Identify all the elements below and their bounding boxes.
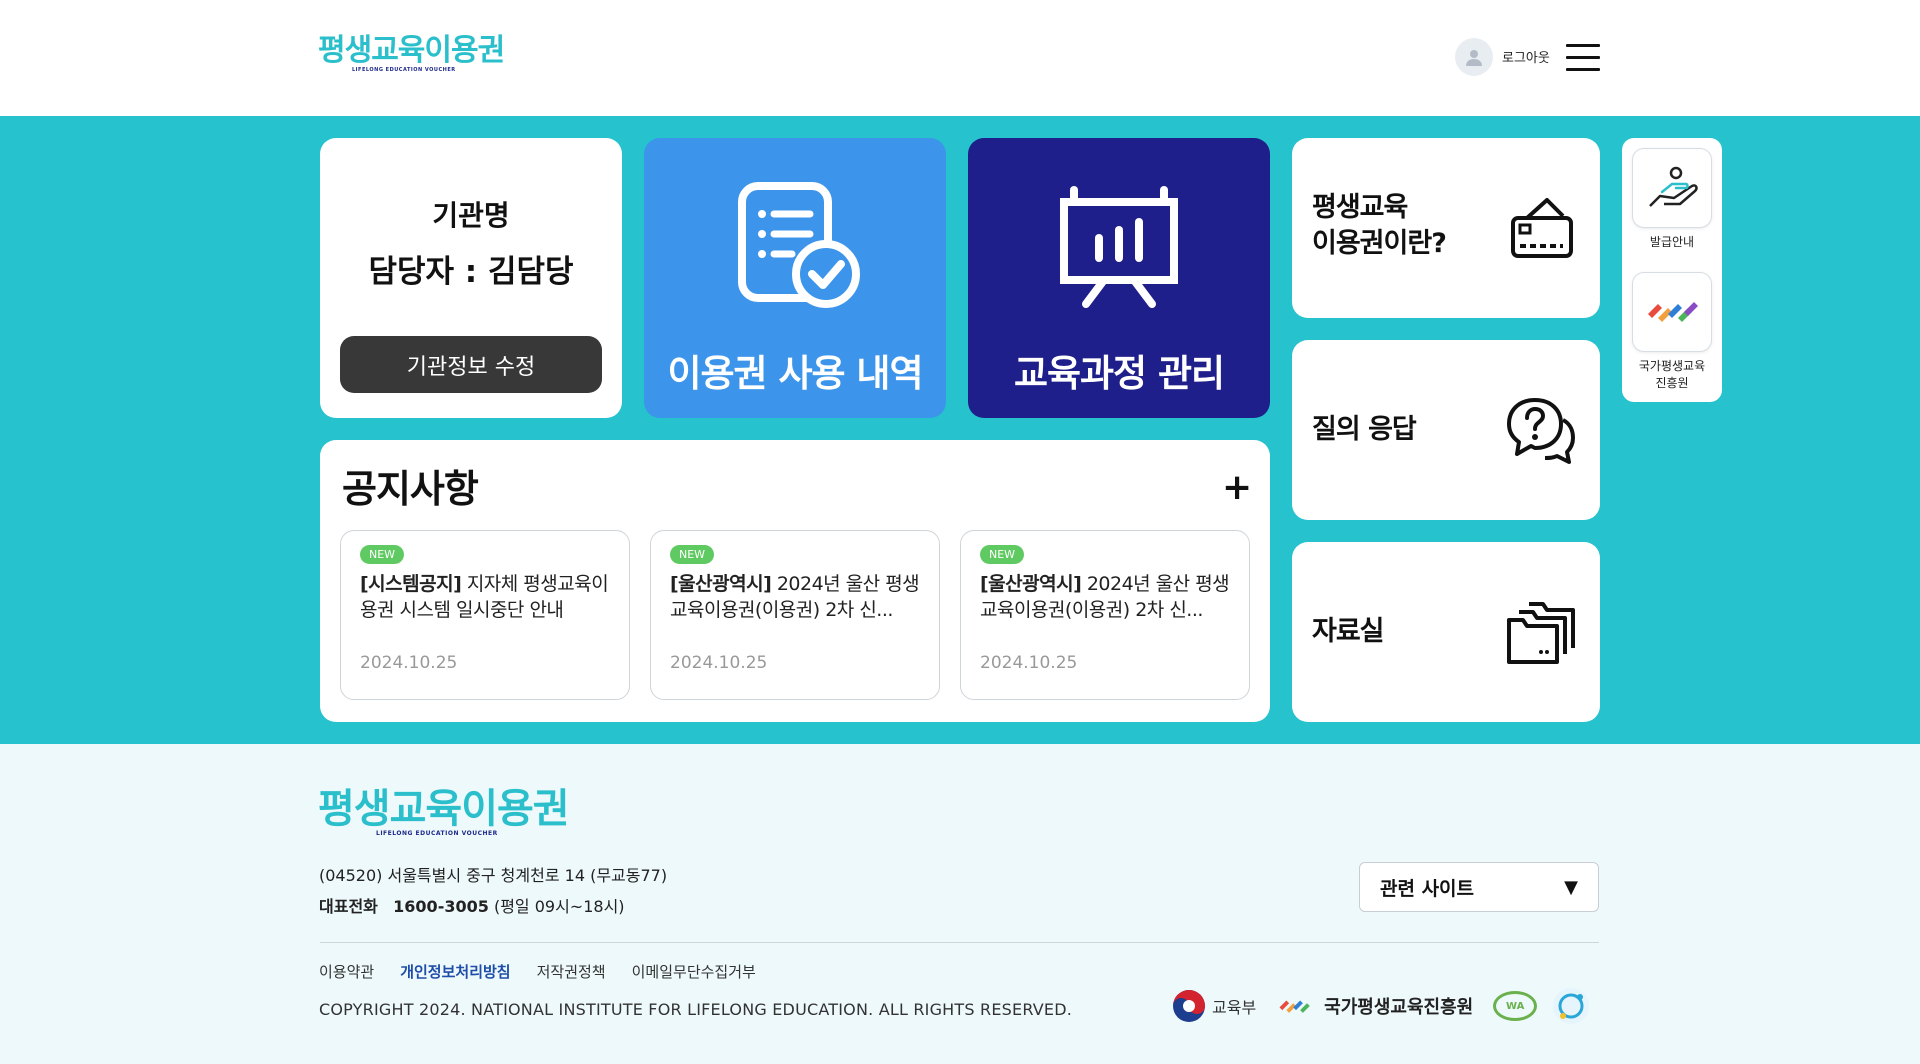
logo-text: 평생교육이용권 xyxy=(318,33,505,68)
nile-footer-label: 국가평생교육진흥원 xyxy=(1324,997,1474,1018)
voucher-intro-label: 평생교육 이용권이란? xyxy=(1312,190,1447,262)
issue-guide-label: 발급안내 xyxy=(1649,235,1695,249)
plus-icon[interactable]: + xyxy=(1222,470,1252,506)
related-sites-select[interactable]: 관련 사이트 ▼ xyxy=(1359,862,1599,912)
voucher-intro-line2: 이용권이란? xyxy=(1312,228,1447,259)
qna-card[interactable]: 질의 응답 xyxy=(1292,340,1600,520)
footer-logo-subtitle: LIFELONG EDUCATION VOUCHER xyxy=(376,830,498,837)
footer-logo: 평생교육이용권 LIFELONG EDUCATION VOUCHER xyxy=(318,786,570,837)
nile-stripes-icon xyxy=(1279,1000,1310,1013)
new-badge: NEW xyxy=(670,545,715,564)
nile-label: 국가평생교육 진흥원 xyxy=(1632,358,1712,392)
moe-logo[interactable]: 교육부 xyxy=(1172,989,1256,1023)
related-sites-label: 관련 사이트 xyxy=(1380,877,1475,900)
nile-label-line2: 진흥원 xyxy=(1655,376,1689,390)
copyright-text: COPYRIGHT 2024. NATIONAL INSTITUTE FOR L… xyxy=(319,1000,1073,1019)
phone-label: 대표전화 xyxy=(319,897,378,916)
certification-mark-icon[interactable] xyxy=(1553,988,1590,1024)
terms-link[interactable]: 이용약관 xyxy=(319,961,374,982)
footer-logo-text: 평생교육이용권 xyxy=(318,786,570,832)
site-logo[interactable]: 평생교육이용권 LIFELONG EDUCATION VOUCHER xyxy=(318,33,505,73)
nile-footer-logo[interactable]: 국가평생교육진흥원 xyxy=(1276,993,1473,1019)
notice-date: 2024.10.25 xyxy=(670,653,768,673)
notice-text: [시스템공지] 지자체 평생교육이용권 시스템 일시중단 안내 xyxy=(360,571,616,623)
notice-category: [시스템공지] xyxy=(360,573,462,595)
logo-subtitle: LIFELONG EDUCATION VOUCHER xyxy=(352,67,456,73)
edit-org-info-button[interactable]: 기관정보 수정 xyxy=(340,336,602,393)
web-accessibility-mark-icon[interactable]: WA xyxy=(1493,991,1538,1021)
resource-room-card[interactable]: 자료실 xyxy=(1292,542,1600,722)
footer-address: (04520) 서울특별시 중구 청계천로 14 (무교동77) xyxy=(319,866,668,885)
question-chat-icon xyxy=(1507,398,1575,464)
org-manager: 담당자 : 김담당 xyxy=(368,254,574,290)
org-name: 기관명 xyxy=(432,199,510,232)
notice-category: [울산광역시] xyxy=(980,573,1082,595)
notice-board: 공지사항 + NEW [시스템공지] 지자체 평생교육이용권 시스템 일시중단 … xyxy=(320,440,1270,722)
notice-text: [울산광역시] 2024년 울산 평생교육이용권(이용권) 2차 신... xyxy=(980,571,1236,623)
new-badge: NEW xyxy=(360,545,405,564)
new-badge: NEW xyxy=(980,545,1025,564)
notice-card[interactable]: NEW [울산광역시] 2024년 울산 평생교육이용권(이용권) 2차 신..… xyxy=(960,530,1250,700)
course-management-tile[interactable]: 교육과정 관리 xyxy=(968,138,1270,418)
issue-guide-link[interactable]: 발급안내 xyxy=(1632,148,1712,251)
hand-person-icon xyxy=(1632,148,1712,228)
nile-link[interactable]: 국가평생교육 진흥원 xyxy=(1632,272,1712,392)
resource-room-label: 자료실 xyxy=(1312,616,1385,647)
org-info-card: 기관명 담당자 : 김담당 기관정보 수정 xyxy=(320,138,622,418)
moe-label: 교육부 xyxy=(1212,998,1257,1017)
notice-card[interactable]: NEW [시스템공지] 지자체 평생교육이용권 시스템 일시중단 안내 2024… xyxy=(340,530,630,700)
notice-date: 2024.10.25 xyxy=(980,653,1078,673)
footer-divider xyxy=(320,942,1599,943)
voucher-intro-line1: 평생교육 xyxy=(1312,192,1408,223)
nile-label-line1: 국가평생교육 xyxy=(1638,359,1706,373)
phone-number: 1600-3005 xyxy=(393,897,489,916)
footer-phone: 대표전화 1600-3005 (평일 09시~18시) xyxy=(319,893,625,917)
presentation-board-icon xyxy=(1060,186,1178,308)
folder-icon xyxy=(1507,602,1575,664)
phone-hours: (평일 09시~18시) xyxy=(493,897,625,916)
document-check-icon xyxy=(738,182,860,308)
usage-history-tile[interactable]: 이용권 사용 내역 xyxy=(644,138,946,418)
triangle-down-icon: ▼ xyxy=(1564,877,1578,898)
usage-history-label: 이용권 사용 내역 xyxy=(667,352,923,395)
notice-title: 공지사항 xyxy=(342,467,479,511)
hamburger-menu-icon[interactable] xyxy=(1566,44,1600,72)
quick-links-panel: 발급안내 국가평생교육 진흥원 xyxy=(1622,138,1722,402)
privacy-policy-link[interactable]: 개인정보처리방침 xyxy=(400,961,510,982)
copyright-policy-link[interactable]: 저작권정책 xyxy=(537,961,606,982)
user-avatar-icon[interactable] xyxy=(1455,38,1493,76)
nile-logo-icon xyxy=(1632,272,1712,352)
qna-label: 질의 응답 xyxy=(1312,414,1417,445)
taegeuk-icon xyxy=(1173,990,1205,1022)
email-refusal-link[interactable]: 이메일무단수집거부 xyxy=(632,961,756,982)
notice-date: 2024.10.25 xyxy=(360,653,458,673)
partner-logos: 교육부 국가평생교육진흥원 WA xyxy=(1172,986,1590,1026)
notice-card[interactable]: NEW [울산광역시] 2024년 울산 평생교육이용권(이용권) 2차 신..… xyxy=(650,530,940,700)
footer-links: 이용약관 개인정보처리방침 저작권정책 이메일무단수집거부 xyxy=(319,961,756,982)
course-management-label: 교육과정 관리 xyxy=(1013,352,1225,395)
site-header: 평생교육이용권 LIFELONG EDUCATION VOUCHER 로그아웃 xyxy=(0,0,1920,116)
card-icon xyxy=(1511,198,1573,258)
notice-category: [울산광역시] xyxy=(670,573,772,595)
logout-link[interactable]: 로그아웃 xyxy=(1502,47,1550,66)
voucher-intro-card[interactable]: 평생교육 이용권이란? xyxy=(1292,138,1600,318)
notice-text: [울산광역시] 2024년 울산 평생교육이용권(이용권) 2차 신... xyxy=(670,571,926,623)
